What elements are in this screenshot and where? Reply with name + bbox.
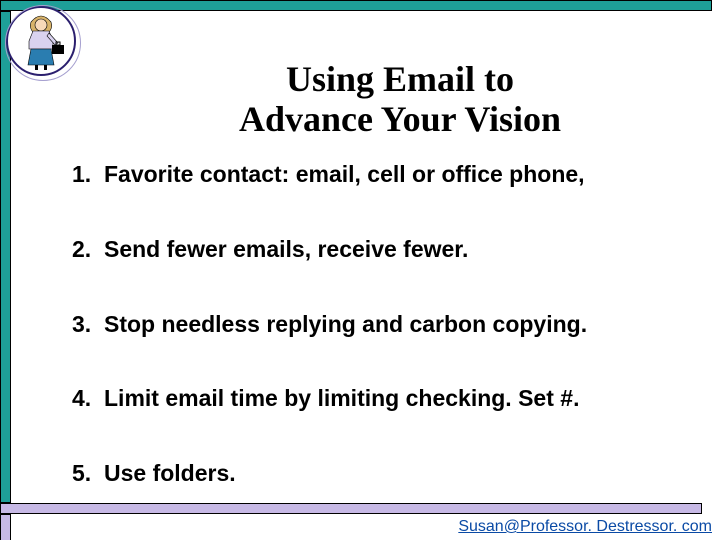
list-item: 4. Limit email time by limiting checking… [72,384,690,413]
list-number: 1. [72,160,104,189]
list-number: 2. [72,235,104,264]
border-bar-left-outer [0,11,11,503]
slide-title: Using Email to Advance Your Vision [120,60,680,139]
bullet-list: 1. Favorite contact: email, cell or offi… [72,160,690,488]
list-text: Limit email time by limiting checking. S… [104,384,690,413]
businesswoman-icon [6,6,76,76]
footer-email-link[interactable]: Susan@Professor. Destressor. com [458,518,712,536]
border-bar-top-mid [0,503,702,514]
list-text: Send fewer emails, receive fewer. [104,235,690,264]
list-item: 3. Stop needless replying and carbon cop… [72,310,690,339]
list-text: Stop needless replying and carbon copyin… [104,310,690,339]
list-number: 5. [72,459,104,488]
border-bar-left-mid [0,514,11,540]
border-bar-top-outer [0,0,712,11]
list-number: 3. [72,310,104,339]
list-item: 2. Send fewer emails, receive fewer. [72,235,690,264]
list-text: Favorite contact: email, cell or office … [104,160,690,189]
list-item: 1. Favorite contact: email, cell or offi… [72,160,690,189]
list-item: 5. Use folders. [72,459,690,488]
list-number: 4. [72,384,104,413]
slide: Using Email to Advance Your Vision 1. Fa… [0,0,720,540]
list-text: Use folders. [104,459,690,488]
